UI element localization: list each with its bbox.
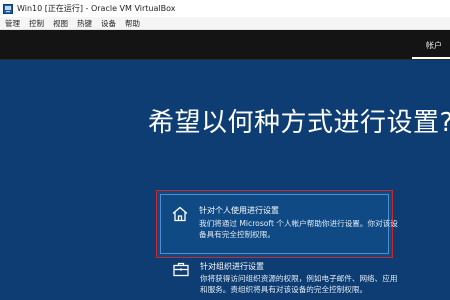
option-personal-use[interactable]: 针对个人使用进行设置 我们将通过 Microsoft 个人帐户帮助你进行设置。你…	[156, 190, 398, 258]
desc-line: 你将获得访问组织资源的权限，例如电子邮件、网络、应用	[200, 274, 398, 283]
home-icon	[171, 205, 189, 223]
menu-view[interactable]: 视图	[53, 18, 68, 29]
menubar: 管理 控制 视图 热键 设备 帮助	[0, 17, 450, 30]
desc-line: 我们将通过 Microsoft 个人帐户帮助你进行设置。你对该设	[199, 219, 398, 228]
window-titlebar[interactable]: Win10 [正在运行] - Oracle VM VirtualBox	[0, 0, 450, 17]
page-title: 希望以何种方式进行设置?	[148, 108, 450, 138]
menu-devices[interactable]: 设备	[101, 18, 116, 29]
menu-help[interactable]: 帮助	[125, 18, 140, 29]
tab-account[interactable]: 帐户	[426, 40, 442, 51]
menu-manage[interactable]: 管理	[5, 18, 20, 29]
option-title: 针对个人使用进行设置	[199, 206, 279, 215]
virtualbox-window-icon	[3, 3, 13, 14]
oobe-header: 帐户	[0, 30, 450, 60]
briefcase-icon	[172, 260, 190, 278]
tab-account-underline	[412, 57, 450, 59]
option-title: 针对组织进行设置	[200, 262, 264, 271]
desc-line: 备具有完全控制权限。	[199, 230, 275, 239]
window-title: Win10 [正在运行] - Oracle VM VirtualBox	[17, 4, 176, 13]
option-description: 你将获得访问组织资源的权限，例如电子邮件、网络、应用 和服务。责组织将具有对该设…	[200, 273, 450, 295]
menu-hotkeys[interactable]: 热键	[77, 18, 92, 29]
option-description: 我们将通过 Microsoft 个人帐户帮助你进行设置。你对该设 备具有完全控制…	[199, 218, 398, 240]
option-organization[interactable]: 针对组织进行设置 你将获得访问组织资源的权限，例如电子邮件、网络、应用 和服务。…	[160, 256, 450, 300]
desc-line: 和服务。责组织将具有对该设备的完全控制权限。	[200, 285, 368, 294]
oobe-setup-pane: 希望以何种方式进行设置? 针对个人使用进行设置 我们将通过 Microsoft …	[0, 60, 450, 300]
menu-control[interactable]: 控制	[29, 18, 44, 29]
